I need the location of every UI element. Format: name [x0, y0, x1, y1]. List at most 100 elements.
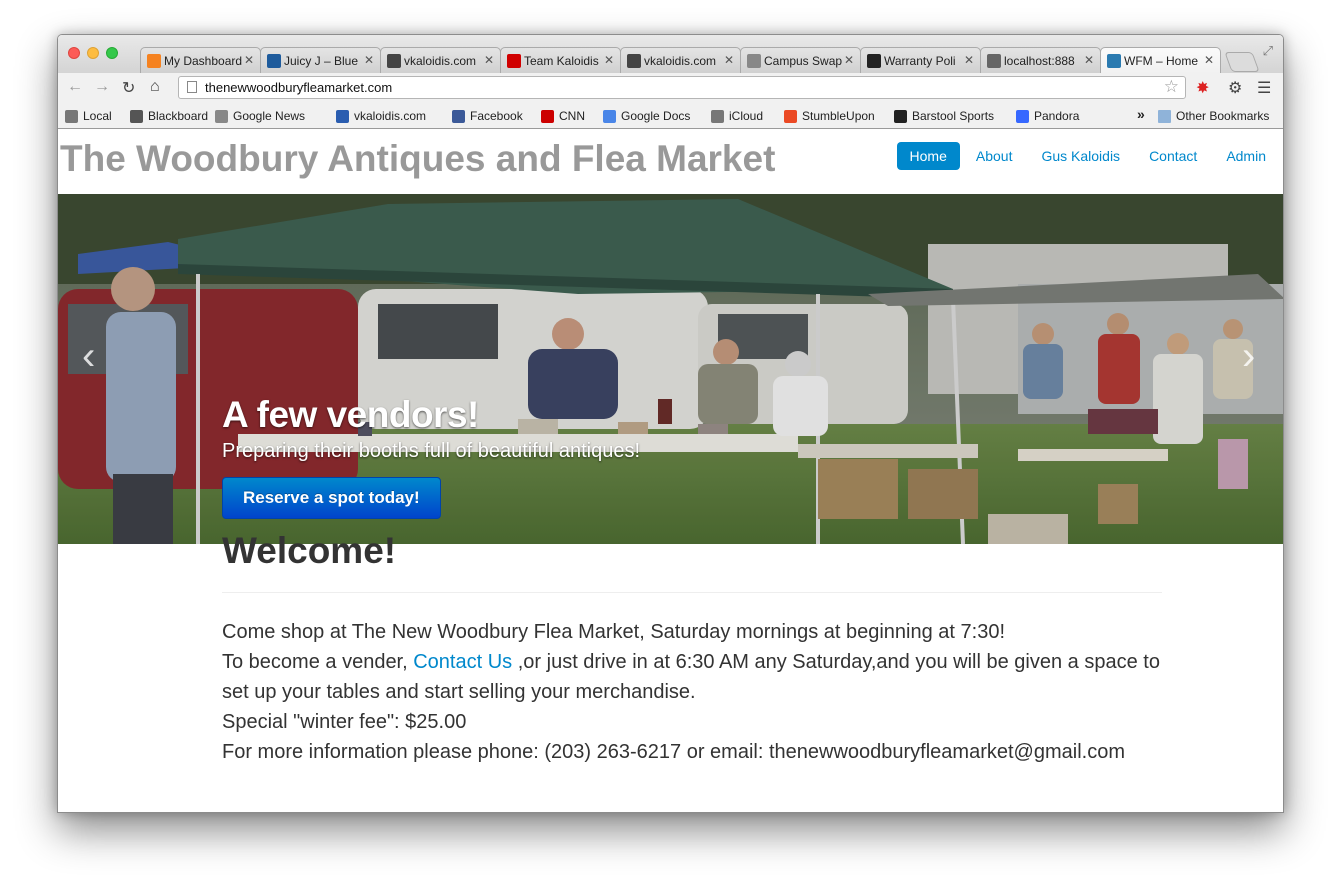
stumbleupon-icon [784, 109, 797, 123]
welcome-line-2: To become a vender, Contact Us ,or just … [222, 647, 1162, 707]
tab-title: vkaloidis.com [644, 53, 717, 68]
page-icon [187, 81, 197, 93]
close-tab-icon[interactable]: ✕ [1084, 53, 1094, 67]
browser-tab[interactable]: vkaloidis.com ✕ [380, 47, 501, 73]
bookmark-item[interactable]: Google Docs [603, 109, 690, 123]
close-tab-icon[interactable]: ✕ [364, 53, 374, 67]
other-bookmarks-label: Other Bookmarks [1176, 109, 1270, 123]
close-tab-icon[interactable]: ✕ [964, 53, 974, 67]
close-tab-icon[interactable]: ✕ [484, 53, 494, 67]
bookmarks-bar: » Other Bookmarks Local Blackboard Google … [58, 103, 1283, 129]
browser-toolbar: ← → ↻ ⌂ thenewwoodburyfleamarket.com ☆ ✸… [58, 73, 1283, 103]
nav-link-contact[interactable]: Contact [1136, 142, 1210, 170]
browser-tab[interactable]: Juicy J – Blue ✕ [260, 47, 381, 73]
forward-icon[interactable]: → [94, 78, 110, 96]
bookmark-label: Pandora [1034, 109, 1080, 123]
news-icon [215, 109, 228, 123]
bookmark-star-icon[interactable]: ☆ [1164, 76, 1179, 97]
url-text: thenewwoodburyfleamarket.com [205, 80, 393, 95]
browser-tab[interactable]: vkaloidis.com ✕ [620, 47, 741, 73]
bookmark-label: Blackboard [148, 109, 209, 123]
gear-icon[interactable]: ⚙ [1228, 78, 1242, 98]
bookmark-item[interactable]: iCloud [711, 109, 763, 123]
tab-title: My Dashboard [164, 53, 242, 68]
fullscreen-icon[interactable]: ⤢ [1263, 43, 1273, 59]
bookmark-label: Google News [233, 109, 306, 123]
other-bookmarks-folder[interactable]: Other Bookmarks [1158, 109, 1269, 123]
bookmark-label: Facebook [470, 109, 523, 123]
bookmark-label: StumbleUpon [802, 109, 875, 123]
bookmark-label: iCloud [729, 109, 764, 123]
reload-icon[interactable]: ↻ [122, 78, 135, 98]
bookmark-item[interactable]: Barstool Sports [894, 109, 994, 123]
browser-window: My Dashboard ✕ Juicy J – Blue ✕ vkaloidis.co… [57, 34, 1284, 813]
address-bar[interactable]: thenewwoodburyfleamarket.com ☆ [178, 76, 1186, 99]
bookmark-label: Local [83, 109, 112, 123]
blackboard-icon [130, 109, 143, 123]
browser-tab[interactable]: Team Kaloidis ✕ [500, 47, 621, 73]
bookmark-item[interactable]: Local [65, 109, 112, 123]
close-tab-icon[interactable]: ✕ [244, 53, 254, 67]
bookmark-item[interactable]: Google News [215, 109, 305, 123]
contact-us-link[interactable]: Contact Us [413, 651, 512, 673]
nav-link-home[interactable]: Home [896, 142, 960, 170]
facebook-icon [452, 109, 465, 123]
vk-icon [627, 53, 641, 68]
browser-tab[interactable]: localhost:888 ✕ [980, 47, 1101, 73]
close-tab-icon[interactable]: ✕ [724, 53, 734, 67]
alien-icon [867, 53, 881, 68]
bookmark-item[interactable]: Blackboard [130, 109, 208, 123]
home-icon[interactable]: ⌂ [150, 78, 160, 96]
bookmark-item[interactable]: Facebook [452, 109, 523, 123]
close-tab-icon[interactable]: ✕ [844, 53, 854, 67]
extension-badge-icon[interactable]: ✸ [1196, 78, 1209, 98]
bookmark-item[interactable]: vkaloidis.com [336, 109, 426, 123]
browser-tab[interactable]: My Dashboard ✕ [140, 47, 261, 73]
vk-icon [387, 53, 401, 68]
carousel-heading: A few vendors! [222, 394, 479, 435]
close-window-button[interactable] [68, 47, 80, 59]
carousel-prev-icon[interactable]: ‹ [82, 334, 95, 379]
nav-link-admin[interactable]: Admin [1213, 142, 1279, 170]
espn-icon [507, 53, 521, 68]
close-tab-icon[interactable]: ✕ [604, 53, 614, 67]
tab-title: WFM – Home [1124, 53, 1199, 68]
bookmark-label: Google Docs [621, 109, 691, 123]
carousel-caption: A few vendors! Preparing their booths fu… [222, 394, 640, 519]
tab-title: Team Kaloidis [524, 53, 599, 68]
docs-icon [603, 109, 616, 123]
welcome-line-3: Special "winter fee": $25.00 [222, 711, 467, 733]
back-icon[interactable]: ← [67, 78, 83, 96]
browser-tab[interactable]: Campus Swap ✕ [740, 47, 861, 73]
bookmarks-overflow-button[interactable]: » [1137, 106, 1145, 122]
site-title[interactable]: The Woodbury Antiques and Flea Market [60, 138, 775, 180]
bookmark-label: CNN [559, 109, 585, 123]
browser-tab[interactable]: Warranty Poli ✕ [860, 47, 981, 73]
browser-tab[interactable]: WFM – Home ✕ [1100, 47, 1221, 73]
carousel-subheading: Preparing their booths full of beautiful… [222, 440, 641, 462]
stool-icon [894, 109, 907, 123]
zoom-window-button[interactable] [106, 47, 118, 59]
carousel-next-icon[interactable]: › [1242, 334, 1255, 379]
nav-link-gus-kaloidis[interactable]: Gus Kaloidis [1028, 142, 1133, 170]
tab-title: Campus Swap [764, 53, 842, 68]
page-icon [747, 53, 761, 68]
new-tab-button[interactable] [1224, 52, 1260, 72]
globe-icon [267, 53, 281, 68]
site-nav: Home About Gus Kaloidis Contact Admin [894, 142, 1279, 170]
tab-title: Juicy J – Blue [284, 53, 359, 68]
reserve-spot-button[interactable]: Reserve a spot today! [222, 477, 441, 519]
bookmark-item[interactable]: StumbleUpon [784, 109, 875, 123]
bookmark-label: vkaloidis.com [354, 109, 427, 123]
welcome-line-2-pre: To become a vender, [222, 651, 414, 673]
welcome-section: Welcome! Come shop at The New Woodbury F… [222, 530, 1162, 767]
minimize-window-button[interactable] [87, 47, 99, 59]
bookmark-item[interactable]: CNN [541, 109, 585, 123]
close-tab-icon[interactable]: ✕ [1204, 53, 1214, 67]
hero-carousel: ‹ › A few vendors! Preparing their booth… [58, 194, 1283, 544]
grid-icon [336, 109, 349, 123]
welcome-body: Come shop at The New Woodbury Flea Marke… [222, 617, 1162, 767]
menu-icon[interactable]: ☰ [1257, 78, 1271, 98]
bookmark-item[interactable]: Pandora [1016, 109, 1079, 123]
nav-link-about[interactable]: About [963, 142, 1026, 170]
